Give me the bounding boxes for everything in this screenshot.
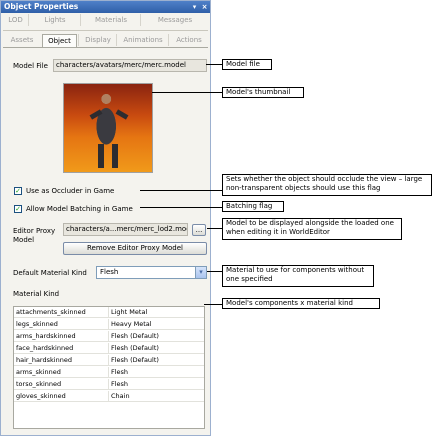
object-properties-panel: Object Properties ▾ × LOD Lights Materia… — [0, 0, 211, 436]
tab-animations[interactable]: Animations — [116, 34, 169, 46]
table-row[interactable]: face_hardskinned Flesh (Default) — [14, 343, 204, 354]
component-material[interactable]: Flesh — [109, 379, 204, 390]
panel-title: Object Properties — [4, 2, 79, 11]
occluder-checkbox[interactable]: ✓ — [14, 187, 22, 195]
callout-material: Material to use for components without o… — [222, 265, 374, 287]
component-name: arms_hardskinned — [14, 331, 109, 342]
callout-thumbnail: Model's thumbnail — [222, 87, 304, 98]
batching-checkbox[interactable]: ✓ — [14, 205, 22, 213]
callout-occluder: Sets whether the object should occlude t… — [222, 174, 432, 196]
tab-display[interactable]: Display — [78, 34, 117, 46]
panel-title-bar: Object Properties ▾ × — [1, 1, 210, 13]
component-material[interactable]: Flesh — [109, 367, 204, 378]
default-material-select[interactable]: Flesh ▾ — [96, 266, 207, 279]
material-kind-table: attachments_skinned Light Metal legs_ski… — [13, 306, 205, 429]
leader-occluder — [140, 190, 222, 191]
default-material-value: Flesh — [100, 268, 119, 276]
component-material[interactable]: Chain — [109, 391, 204, 402]
callout-components: Model's components x material kind — [222, 298, 380, 309]
component-material[interactable]: Light Metal — [109, 307, 204, 318]
component-name: gloves_skinned — [14, 391, 109, 402]
component-name: face_hardskinned — [14, 343, 109, 354]
remove-proxy-button[interactable]: Remove Editor Proxy Model — [63, 242, 207, 255]
material-kind-heading: Material Kind — [13, 290, 60, 298]
component-material[interactable]: Flesh (Default) — [109, 343, 204, 354]
tab-messages[interactable]: Messages — [140, 14, 209, 26]
model-file-label: Model File — [13, 62, 48, 70]
tab-lod[interactable]: LOD — [3, 14, 28, 26]
leader-thumbnail — [152, 92, 222, 93]
component-material[interactable]: Heavy Metal — [109, 319, 204, 330]
table-row[interactable]: gloves_skinned Chain — [14, 391, 204, 402]
component-name: arms_skinned — [14, 367, 109, 378]
model-thumbnail — [63, 83, 153, 173]
leader-components — [204, 304, 222, 305]
callout-batching: Batching flag — [222, 201, 284, 212]
batching-label: Allow Model Batching in Game — [26, 205, 133, 213]
tab-lights[interactable]: Lights — [28, 14, 81, 26]
leader-model-file — [206, 64, 222, 65]
table-row[interactable]: arms_hardskinned Flesh (Default) — [14, 331, 204, 342]
tab-content-border — [3, 47, 208, 48]
proxy-label-line2: Model — [13, 236, 35, 244]
table-row[interactable]: torso_skinned Flesh — [14, 379, 204, 390]
tab-object[interactable]: Object — [42, 34, 77, 47]
leader-proxy — [207, 228, 222, 229]
component-material[interactable]: Flesh (Default) — [109, 331, 204, 342]
proxy-browse-button[interactable]: ... — [192, 224, 206, 236]
leader-batching — [140, 207, 222, 208]
table-row[interactable]: attachments_skinned Light Metal — [14, 307, 204, 318]
proxy-model-field: characters/a...merc/merc_lod2.model — [63, 223, 188, 236]
component-name: hair_hardskinned — [14, 355, 109, 366]
table-row[interactable]: hair_hardskinned Flesh (Default) — [14, 355, 204, 366]
tab-divider — [3, 30, 208, 31]
component-name: torso_skinned — [14, 379, 109, 390]
tab-actions[interactable]: Actions — [168, 34, 209, 46]
tab-materials[interactable]: Materials — [80, 14, 141, 26]
pin-icon[interactable]: ▾ — [190, 1, 199, 13]
occluder-label: Use as Occluder in Game — [26, 187, 115, 195]
proxy-label-line1: Editor Proxy — [13, 227, 56, 235]
model-file-field: characters/avatars/merc/merc.model — [53, 59, 207, 72]
tab-assets[interactable]: Assets — [3, 34, 41, 46]
chevron-down-icon[interactable]: ▾ — [195, 267, 206, 278]
table-row[interactable]: arms_skinned Flesh — [14, 367, 204, 378]
component-name: legs_skinned — [14, 319, 109, 330]
callout-model-file: Model file — [222, 59, 272, 70]
component-material[interactable]: Flesh (Default) — [109, 355, 204, 366]
tab-row-1: LOD Lights Materials Messages — [3, 14, 208, 27]
tab-row-2: Assets Object Display Animations Actions — [3, 34, 208, 47]
table-row[interactable]: legs_skinned Heavy Metal — [14, 319, 204, 330]
callout-proxy: Model to be displayed alongside the load… — [222, 218, 402, 240]
component-name: attachments_skinned — [14, 307, 109, 318]
default-material-label: Default Material Kind — [13, 269, 87, 277]
close-icon[interactable]: × — [200, 1, 209, 13]
leader-material — [207, 271, 222, 272]
